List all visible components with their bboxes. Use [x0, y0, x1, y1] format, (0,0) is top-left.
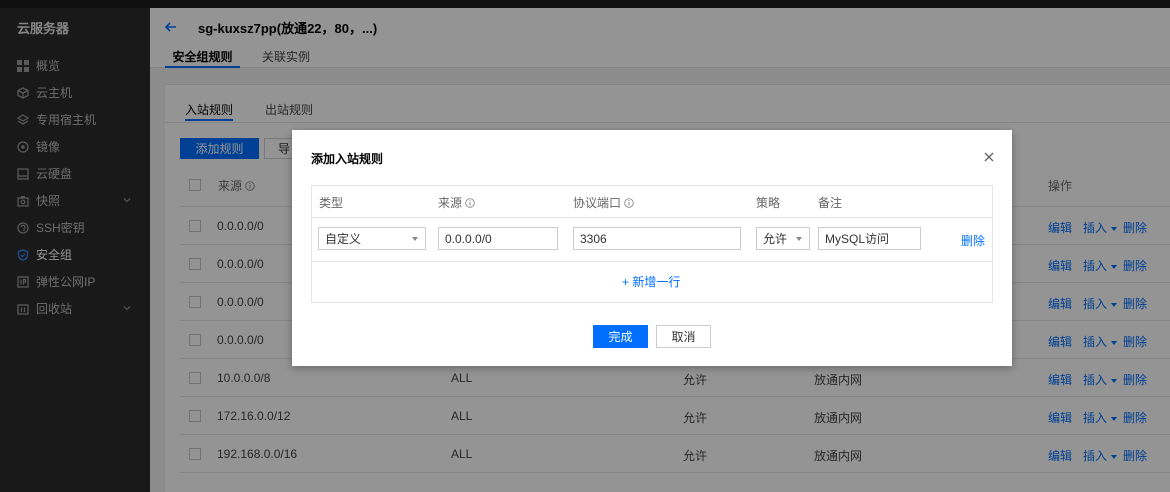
add-row-link[interactable]: + 新增一行	[622, 273, 680, 290]
close-icon[interactable]	[983, 151, 995, 163]
info-icon[interactable]	[624, 197, 634, 208]
column-type: 类型	[319, 196, 344, 210]
info-icon[interactable]	[465, 197, 475, 208]
column-note: 备注	[818, 196, 843, 210]
column-source: 来源	[438, 194, 475, 211]
dialog-title: 添加入站规则	[311, 152, 384, 166]
source-input[interactable]: 0.0.0.0/0	[438, 227, 558, 250]
column-policy: 策略	[756, 196, 781, 210]
cancel-button[interactable]: 取消	[656, 325, 711, 348]
caret-down-icon	[796, 237, 802, 241]
rule-edit-table: 类型 来源 协议端口 策略 备注 自定义 0.0.0.0/0 3306 允许 M…	[311, 185, 993, 303]
column-port-label: 协议端口	[573, 196, 622, 210]
column-port: 协议端口	[573, 194, 634, 211]
type-select[interactable]: 自定义	[318, 227, 426, 250]
header-divider	[312, 217, 992, 218]
note-input[interactable]: MySQL访问	[818, 227, 921, 250]
add-inbound-rule-dialog: 添加入站规则 类型 来源 协议端口 策略 备注 自定义 0.0.0.0/0 33…	[292, 130, 1012, 366]
policy-select-value: 允许	[763, 232, 788, 246]
caret-down-icon	[412, 237, 418, 241]
column-source-label: 来源	[438, 196, 463, 210]
port-input[interactable]: 3306	[573, 227, 741, 250]
type-select-value: 自定义	[325, 232, 362, 246]
row-divider	[312, 261, 992, 262]
policy-select[interactable]: 允许	[756, 227, 810, 250]
delete-row-link[interactable]: 删除	[961, 232, 985, 249]
confirm-button[interactable]: 完成	[593, 325, 648, 348]
